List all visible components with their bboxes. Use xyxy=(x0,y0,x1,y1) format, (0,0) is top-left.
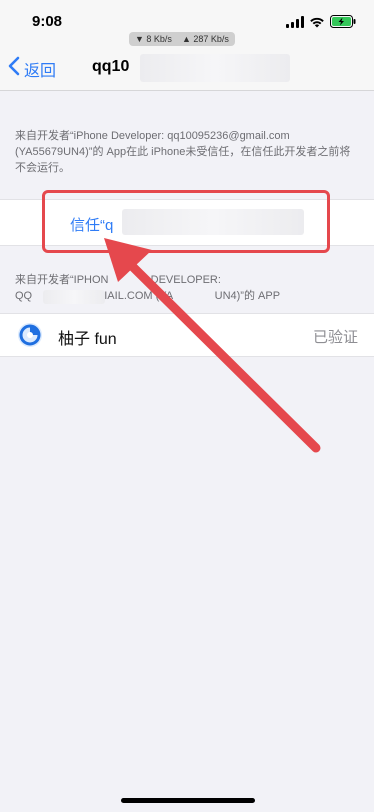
network-speed-badge: ▼ 8 Kb/s ▲ 287 Kb/s xyxy=(129,32,235,46)
apps-note-line2-tail: UN4)”的 APP xyxy=(214,290,281,302)
apps-note-line2-head: QQ xyxy=(15,290,33,302)
annotation-arrow xyxy=(104,238,321,453)
app-name: 柚子 fun xyxy=(58,331,117,348)
status-time: 9:08 xyxy=(32,13,63,30)
trust-description: 来自开发者“iPhone Developer: qq10095236@gmail… xyxy=(15,130,351,174)
signal-icon xyxy=(286,15,304,33)
page-title: qq10 xyxy=(92,58,130,75)
apps-note-line1: 来自开发者“IPHON xyxy=(15,274,109,286)
apps-note-line2-mid: IAIL.COM (YA xyxy=(104,290,173,302)
redacted-title-blur xyxy=(140,54,290,82)
upload-speed: ▲ 287 Kb/s xyxy=(181,34,229,44)
battery-charging-icon xyxy=(330,15,356,33)
apps-note-line1-tail: DEVELOPER: xyxy=(150,274,221,286)
status-bar: 9:08 ▼ 8 Kb/s ▲ 287 Kb/s xyxy=(0,0,374,46)
developer-apps-description: 来自开发者“IPHON DEVELOPER: QQ IAIL.COM (YA U… xyxy=(15,272,360,304)
back-label: 返回 xyxy=(24,62,57,80)
chevron-left-icon xyxy=(8,56,20,81)
navigation-bar: 返回 qq10 xyxy=(0,46,374,91)
yuzu-app-icon xyxy=(17,322,43,348)
screen: 9:08 ▼ 8 Kb/s ▲ 287 Kb/s 返回 qq10 来自开发者“i… xyxy=(0,0,374,812)
status-icons xyxy=(286,15,356,33)
home-indicator xyxy=(121,798,255,803)
app-verified-status: 已验证 xyxy=(312,329,358,346)
wifi-icon xyxy=(309,15,325,33)
redacted-email-blur xyxy=(43,290,105,304)
annotation-highlight-box xyxy=(42,190,330,253)
back-button[interactable]: 返回 xyxy=(8,56,56,81)
download-speed: ▼ 8 Kb/s xyxy=(135,34,172,44)
list-item[interactable]: 柚子 fun 已验证 xyxy=(0,313,374,357)
